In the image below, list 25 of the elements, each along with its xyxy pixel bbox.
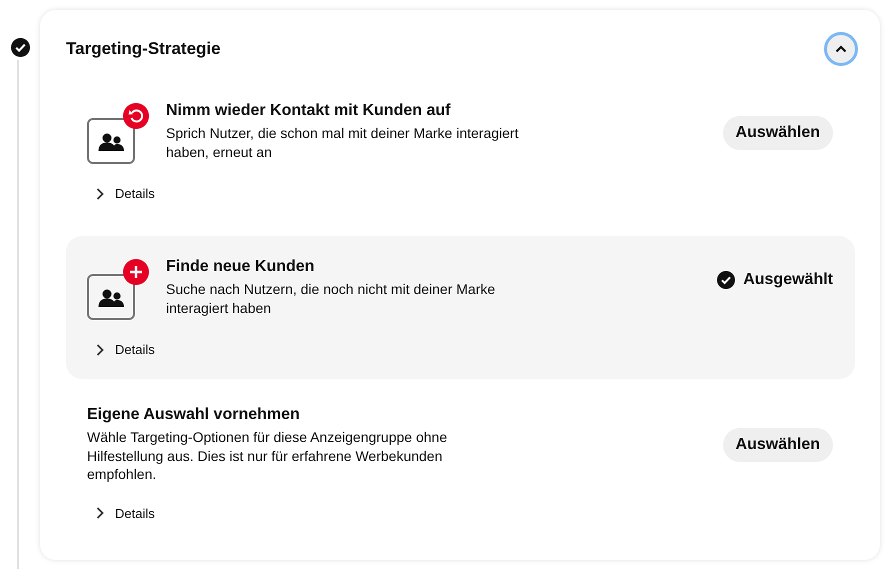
select-button[interactable]: Auswählen: [722, 428, 833, 462]
option-card[interactable]: Eigene Auswahl vornehmen Wähle Targeting-Optionen für diese Anzeigengruppe ohne Hilfestellung aus. Dies ist nur für erfahrene Werbekunden empfohlen. Auswählen Details: [66, 392, 855, 542]
option-description: Sprich Nutzer, die schon mal mit deiner Marke interagiert haben, erneut an: [166, 124, 520, 161]
people-icon: [87, 274, 135, 320]
option-title: Eigene Auswahl vornehmen: [87, 406, 301, 424]
option-card[interactable]: Nimm wieder Kontakt mit Kunden auf Sprich Nutzer, die schon mal mit deiner Marke interagiert haben, erneut an Auswählen Details: [66, 88, 855, 223]
option-description: Suche nach Nutzern, die noch nicht mit deiner Marke interagiert haben: [166, 280, 496, 317]
selected-label: Ausgewählt: [743, 271, 833, 289]
details-toggle[interactable]: Details: [95, 186, 155, 201]
check-circle-icon: [717, 271, 736, 289]
option-description: Wähle Targeting-Optionen für diese Anzeigengruppe ohne Hilfestellung aus. Dies ist nur für erfahrene Werbekunden empfohlen.: [87, 428, 448, 484]
chevron-right-icon: [95, 507, 105, 519]
selected-option-card[interactable]: Finde neue Kunden Suche nach Nutzern, die noch nicht mit deiner Marke interagiert haben Ausgewählt Details: [66, 236, 855, 379]
chevron-right-icon: [95, 188, 105, 200]
refresh-badge-icon: [123, 103, 149, 129]
collapse-button[interactable]: [824, 32, 858, 66]
people-icon: [87, 118, 135, 164]
option-title: Nimm wieder Kontakt mit Kunden auf: [166, 102, 452, 120]
details-toggle[interactable]: Details: [95, 342, 155, 357]
plus-badge-icon: [123, 259, 149, 285]
details-toggle[interactable]: Details: [95, 506, 155, 520]
select-button[interactable]: Auswählen: [722, 116, 833, 150]
option-title: Finde neue Kunden: [166, 258, 316, 276]
section-title: Targeting-Strategie: [66, 39, 221, 59]
chevron-right-icon: [95, 344, 105, 356]
